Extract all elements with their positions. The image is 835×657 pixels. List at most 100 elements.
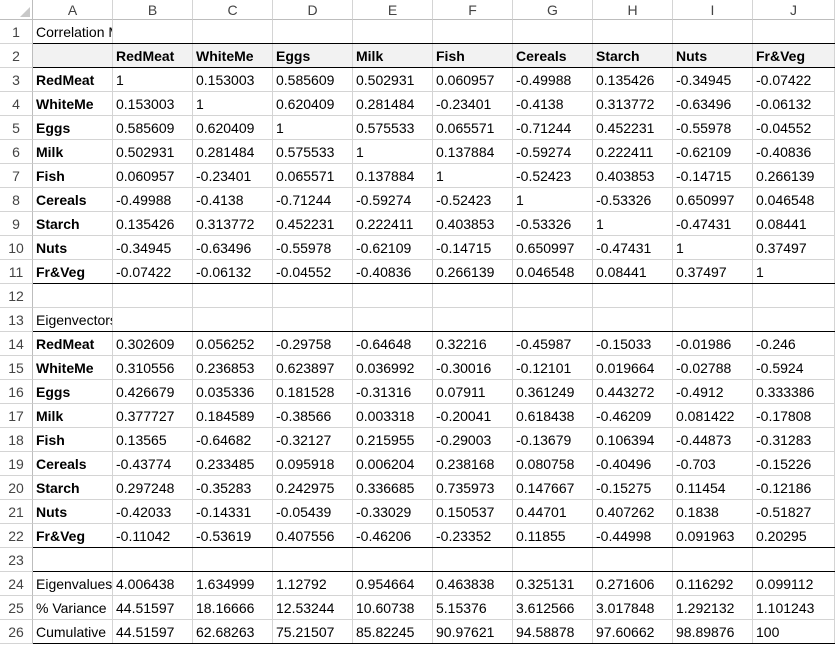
correlation-value[interactable]: -0.14715 xyxy=(673,164,753,188)
empty-cell[interactable] xyxy=(673,20,753,44)
eigenvector-value[interactable]: -0.44998 xyxy=(593,524,673,548)
row-label[interactable]: Cereals xyxy=(33,452,113,476)
correlation-value[interactable]: 1 xyxy=(433,164,513,188)
row-header-22[interactable]: 22 xyxy=(0,524,33,548)
row-label[interactable]: RedMeat xyxy=(33,68,113,92)
eigenvector-value[interactable]: -0.15275 xyxy=(593,476,673,500)
correlation-value[interactable]: -0.23401 xyxy=(193,164,273,188)
correlation-value[interactable]: -0.63496 xyxy=(673,92,753,116)
empty-cell[interactable] xyxy=(193,20,273,44)
column-header-a[interactable]: A xyxy=(33,0,113,20)
summary-value[interactable]: 18.16666 xyxy=(193,596,273,620)
row-label[interactable]: Fr&Veg xyxy=(33,524,113,548)
correlation-value[interactable]: 0.585609 xyxy=(113,116,193,140)
row-header-7[interactable]: 7 xyxy=(0,164,33,188)
correlation-value[interactable]: -0.71244 xyxy=(273,188,353,212)
summary-value[interactable]: 3.612566 xyxy=(513,596,593,620)
row-header-4[interactable]: 4 xyxy=(0,92,33,116)
correlation-value[interactable]: -0.06132 xyxy=(193,260,273,284)
row-header-1[interactable]: 1 xyxy=(0,20,33,44)
eigenvector-value[interactable]: -0.29003 xyxy=(433,428,513,452)
correlation-value[interactable]: 0.046548 xyxy=(513,260,593,284)
correlation-value[interactable]: 0.060957 xyxy=(433,68,513,92)
row-header-6[interactable]: 6 xyxy=(0,140,33,164)
summary-value[interactable]: 0.099112 xyxy=(753,572,835,596)
correlation-value[interactable]: -0.40836 xyxy=(353,260,433,284)
empty-cell[interactable] xyxy=(353,308,433,332)
correlation-value[interactable]: 1 xyxy=(273,116,353,140)
correlation-value[interactable]: -0.53326 xyxy=(513,212,593,236)
eigenvector-value[interactable]: 0.150537 xyxy=(433,500,513,524)
correlation-value[interactable]: 1 xyxy=(113,68,193,92)
summary-value[interactable]: 44.51597 xyxy=(113,620,193,644)
row-header-17[interactable]: 17 xyxy=(0,404,33,428)
empty-cell[interactable] xyxy=(353,284,433,308)
column-label[interactable]: Milk xyxy=(353,44,433,68)
eigenvector-value[interactable]: 0.13565 xyxy=(113,428,193,452)
eigenvector-value[interactable]: -0.4912 xyxy=(673,380,753,404)
eigenvector-value[interactable]: 0.147667 xyxy=(513,476,593,500)
correlation-value[interactable]: -0.55978 xyxy=(273,236,353,260)
empty-cell[interactable] xyxy=(193,308,273,332)
correlation-value[interactable]: -0.04552 xyxy=(273,260,353,284)
eigenvector-value[interactable]: 0.44701 xyxy=(513,500,593,524)
eigenvector-value[interactable]: 0.036992 xyxy=(353,356,433,380)
eigenvector-value[interactable]: 0.006204 xyxy=(353,452,433,476)
empty-cell[interactable] xyxy=(593,308,673,332)
summary-value[interactable]: 94.58878 xyxy=(513,620,593,644)
eigenvector-value[interactable]: 0.1838 xyxy=(673,500,753,524)
eigenvector-value[interactable]: -0.14331 xyxy=(193,500,273,524)
correlation-value[interactable]: -0.55978 xyxy=(673,116,753,140)
empty-cell[interactable] xyxy=(273,284,353,308)
summary-value[interactable]: 85.82245 xyxy=(353,620,433,644)
empty-cell[interactable] xyxy=(113,284,193,308)
correlation-value[interactable]: 0.266139 xyxy=(433,260,513,284)
eigenvector-value[interactable]: -0.53619 xyxy=(193,524,273,548)
correlation-value[interactable]: 0.452231 xyxy=(593,116,673,140)
eigenvector-value[interactable]: -0.246 xyxy=(753,332,835,356)
eigenvector-value[interactable]: 0.242975 xyxy=(273,476,353,500)
summary-label[interactable]: Eigenvalues xyxy=(33,572,113,596)
correlation-value[interactable]: 0.135426 xyxy=(593,68,673,92)
correlation-value[interactable]: 1 xyxy=(753,260,835,284)
eigenvector-value[interactable]: -0.33029 xyxy=(353,500,433,524)
row-label[interactable]: Starch xyxy=(33,212,113,236)
row-label[interactable]: WhiteMe xyxy=(33,92,113,116)
eigenvector-value[interactable]: -0.11042 xyxy=(113,524,193,548)
empty-cell[interactable] xyxy=(673,548,753,572)
eigenvector-value[interactable]: 0.11454 xyxy=(673,476,753,500)
correlation-value[interactable]: -0.62109 xyxy=(353,236,433,260)
empty-cell[interactable] xyxy=(113,20,193,44)
correlation-value[interactable]: -0.34945 xyxy=(673,68,753,92)
correlation-value[interactable]: -0.62109 xyxy=(673,140,753,164)
row-header-23[interactable]: 23 xyxy=(0,548,33,572)
empty-cell[interactable] xyxy=(753,20,835,44)
summary-label[interactable]: Cumulative xyxy=(33,620,113,644)
summary-value[interactable]: 0.116292 xyxy=(673,572,753,596)
empty-cell[interactable] xyxy=(753,548,835,572)
summary-value[interactable]: 1.12792 xyxy=(273,572,353,596)
empty-cell[interactable] xyxy=(273,548,353,572)
correlation-value[interactable]: 0.452231 xyxy=(273,212,353,236)
correlation-value[interactable]: 0.37497 xyxy=(673,260,753,284)
correlation-value[interactable]: 0.502931 xyxy=(353,68,433,92)
column-header-d[interactable]: D xyxy=(273,0,353,20)
empty-cell[interactable] xyxy=(433,548,513,572)
empty-cell[interactable] xyxy=(513,548,593,572)
eigenvector-value[interactable]: 0.407556 xyxy=(273,524,353,548)
correlation-value[interactable]: 0.08441 xyxy=(753,212,835,236)
correlation-value[interactable]: 0.153003 xyxy=(193,68,273,92)
correlation-value[interactable]: 0.575533 xyxy=(353,116,433,140)
empty-cell[interactable] xyxy=(273,20,353,44)
eigenvector-value[interactable]: 0.377727 xyxy=(113,404,193,428)
eigenvector-value[interactable]: 0.081422 xyxy=(673,404,753,428)
row-label[interactable]: RedMeat xyxy=(33,332,113,356)
correlation-value[interactable]: 0.222411 xyxy=(353,212,433,236)
row-label[interactable]: Starch xyxy=(33,476,113,500)
row-header-25[interactable]: 25 xyxy=(0,596,33,620)
eigenvector-value[interactable]: 0.11855 xyxy=(513,524,593,548)
correlation-value[interactable]: -0.07422 xyxy=(113,260,193,284)
row-header-21[interactable]: 21 xyxy=(0,500,33,524)
eigenvector-value[interactable]: -0.46206 xyxy=(353,524,433,548)
eigenvector-value[interactable]: 0.735973 xyxy=(433,476,513,500)
